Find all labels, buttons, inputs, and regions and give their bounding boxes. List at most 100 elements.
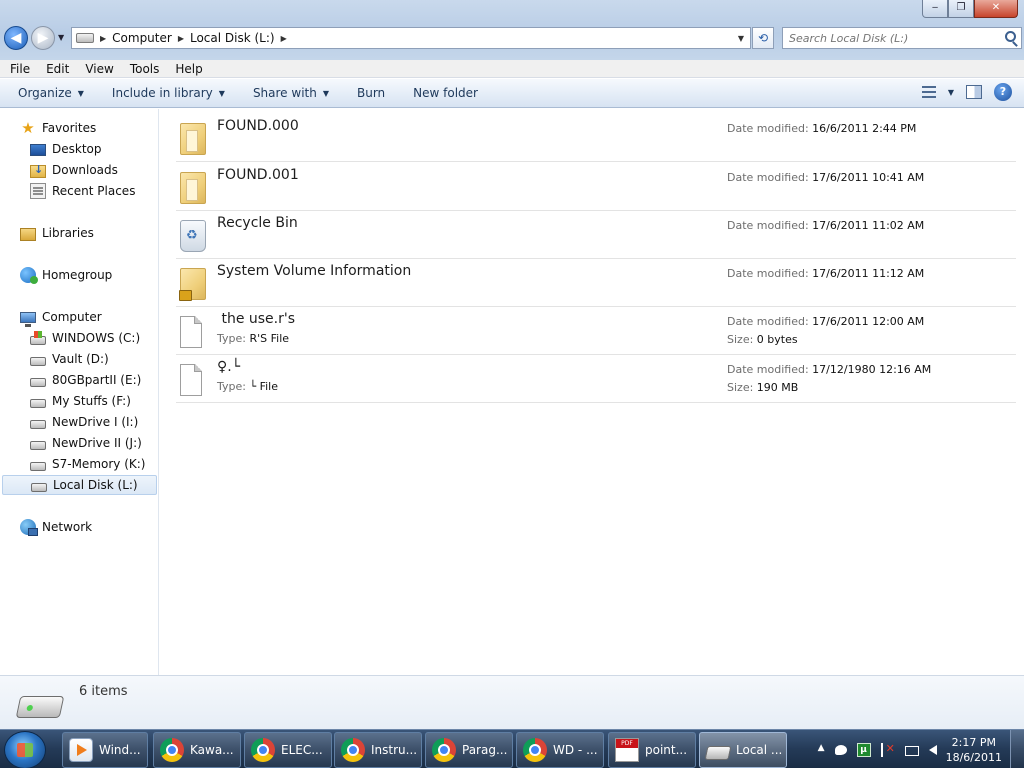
sidebar-item-network[interactable]: Network <box>0 517 158 537</box>
sidebar-item-80gbpartii-e[interactable]: 80GBpartII (E:) <box>0 370 158 390</box>
back-arrow-icon: ◀ <box>10 30 22 46</box>
sidebar-item-my-stuffs-f[interactable]: My Stuffs (F:) <box>0 391 158 411</box>
type-value: R'S File <box>249 332 290 345</box>
refresh-icon: ⟲ <box>757 31 769 45</box>
action-center-icon[interactable] <box>880 742 895 757</box>
taskbar-button-label: point... <box>645 743 688 757</box>
date-modified-label: Date modified: <box>727 267 809 280</box>
minimize-button[interactable]: ‒ <box>922 0 948 18</box>
breadcrumb-local-disk[interactable]: Local Disk (L:) <box>190 31 275 45</box>
item-name: Recycle Bin <box>217 215 298 231</box>
media-player-icon <box>69 738 93 762</box>
title-bar: ‒ ❐ ✕ ◀ ▶ ▼ ▶ Computer ▶ Local Disk (L:)… <box>0 0 1024 60</box>
sidebar-item-vault-d[interactable]: Vault (D:) <box>0 349 158 369</box>
item-size: Size: 190 MB <box>727 381 798 394</box>
taskbar-button-label: Wind... <box>99 743 141 757</box>
sidebar-item-recent-places[interactable]: Recent Places <box>0 181 158 201</box>
preview-pane-icon[interactable] <box>966 85 982 99</box>
forward-button[interactable]: ▶ <box>31 26 55 50</box>
address-history-dropdown[interactable]: ▼ <box>738 34 744 43</box>
search-input[interactable] <box>783 31 993 45</box>
desktop-icon <box>30 144 46 156</box>
include-in-library-button[interactable]: Include in library ▼ <box>94 86 235 100</box>
chrome-icon <box>432 738 456 762</box>
sidebar-item-local-disk-l[interactable]: Local Disk (L:) <box>2 475 157 495</box>
taskbar-button-label: Parag... <box>462 743 508 757</box>
taskbar-button-chrome-5[interactable]: WD - ... <box>516 732 604 768</box>
sidebar-item-downloads[interactable]: Downloads <box>0 160 158 180</box>
search-icon[interactable] <box>1005 31 1016 42</box>
size-value: 190 MB <box>756 381 799 394</box>
menu-file[interactable]: File <box>0 62 36 76</box>
folder-icon <box>180 172 206 204</box>
taskbar-button-media-player[interactable]: Wind... <box>62 732 148 768</box>
list-item[interactable]: FOUND.000 Date modified: 16/6/2011 2:44 … <box>176 114 1016 162</box>
close-button[interactable]: ✕ <box>974 0 1018 18</box>
show-hidden-icons-icon[interactable]: ▲ <box>818 743 825 757</box>
taskbar-button-label: ELEC... <box>281 743 323 757</box>
sidebar-item-newdrive-i[interactable]: NewDrive I (I:) <box>0 412 158 432</box>
taskbar-button-chrome-2[interactable]: ELEC... <box>244 732 332 768</box>
list-item[interactable]: Recycle Bin Date modified: 17/6/2011 11:… <box>176 211 1016 259</box>
sidebar-item-desktop[interactable]: Desktop <box>0 139 158 159</box>
menu-view[interactable]: View <box>75 62 119 76</box>
burn-label: Burn <box>357 86 386 100</box>
share-with-button[interactable]: Share with ▼ <box>235 86 339 100</box>
sidebar-item-libraries[interactable]: Libraries <box>0 223 158 243</box>
list-item[interactable]: FOUND.001 Date modified: 17/6/2011 10:41… <box>176 163 1016 211</box>
refresh-button[interactable]: ⟲ <box>752 27 774 49</box>
taskbar-button-label: WD - ... <box>553 743 598 757</box>
chevron-down-icon: ▼ <box>77 88 84 98</box>
search-box[interactable] <box>782 27 1022 49</box>
date-value: 16/6/2011 2:44 PM <box>812 122 917 135</box>
sidebar-item-label: Downloads <box>52 163 118 177</box>
clock[interactable]: 2:17 PM 18/6/2011 <box>942 735 1010 765</box>
breadcrumb-computer[interactable]: Computer <box>112 31 172 45</box>
file-icon <box>180 316 202 348</box>
sidebar-item-homegroup[interactable]: Homegroup <box>0 265 158 285</box>
chevron-right-icon[interactable]: ▶ <box>178 34 184 43</box>
sidebar-item-s7-memory-k[interactable]: S7-Memory (K:) <box>0 454 158 474</box>
date-modified-label: Date modified: <box>727 219 809 232</box>
messenger-icon[interactable] <box>834 744 847 755</box>
sidebar-item-label: S7-Memory (K:) <box>52 457 146 471</box>
recent-pages-dropdown[interactable]: ▼ <box>58 33 64 42</box>
chevron-right-icon[interactable]: ▶ <box>100 34 106 43</box>
volume-icon[interactable] <box>928 744 937 755</box>
view-options-dropdown[interactable]: ▼ <box>948 88 954 97</box>
change-view-icon[interactable] <box>921 86 936 98</box>
menu-help[interactable]: Help <box>165 62 208 76</box>
sidebar-item-newdrive-ii-j[interactable]: NewDrive II (J:) <box>0 433 158 453</box>
new-folder-label: New folder <box>413 86 478 100</box>
item-count: 6 items <box>79 684 128 699</box>
menu-edit[interactable]: Edit <box>36 62 75 76</box>
help-icon[interactable]: ? <box>994 83 1012 101</box>
sidebar-item-windows-c[interactable]: WINDOWS (C:) <box>0 328 158 348</box>
sidebar-item-label: Libraries <box>42 226 94 240</box>
taskbar-button-explorer[interactable]: Local ... <box>699 732 787 768</box>
back-button[interactable]: ◀ <box>4 26 28 50</box>
sidebar-item-label: My Stuffs (F:) <box>52 394 131 408</box>
list-item[interactable]: the use.r's Type: R'S File Date modified… <box>176 307 1016 355</box>
organize-button[interactable]: Organize ▼ <box>0 86 94 100</box>
taskbar-button-label: Instru... <box>371 743 418 757</box>
taskbar-button-chrome-4[interactable]: Parag... <box>425 732 513 768</box>
start-button[interactable] <box>4 731 46 768</box>
list-item[interactable]: ♀.└ Type: └ File Date modified: 17/12/19… <box>176 355 1016 403</box>
utorrent-icon[interactable]: µ <box>856 742 871 757</box>
show-desktop-button[interactable] <box>1010 730 1024 768</box>
chevron-right-icon[interactable]: ▶ <box>281 34 287 43</box>
taskbar-button-chrome-3[interactable]: Instru... <box>334 732 422 768</box>
address-bar[interactable]: ▶ Computer ▶ Local Disk (L:) ▶ ▼ <box>71 27 751 49</box>
taskbar-button-chrome-1[interactable]: Kawa... <box>153 732 241 768</box>
network-tray-icon[interactable] <box>904 745 919 756</box>
list-item[interactable]: System Volume Information Date modified:… <box>176 259 1016 307</box>
sidebar-item-favorites[interactable]: ★ Favorites <box>0 118 158 138</box>
burn-button[interactable]: Burn <box>339 86 395 100</box>
taskbar-button-pdf[interactable]: point... <box>608 732 696 768</box>
taskbar: Wind... Kawa... ELEC... Instru... Parag.… <box>0 729 1024 768</box>
maximize-button[interactable]: ❐ <box>948 0 974 18</box>
new-folder-button[interactable]: New folder <box>395 86 488 100</box>
menu-tools[interactable]: Tools <box>120 62 166 76</box>
sidebar-item-computer[interactable]: Computer <box>0 307 158 327</box>
